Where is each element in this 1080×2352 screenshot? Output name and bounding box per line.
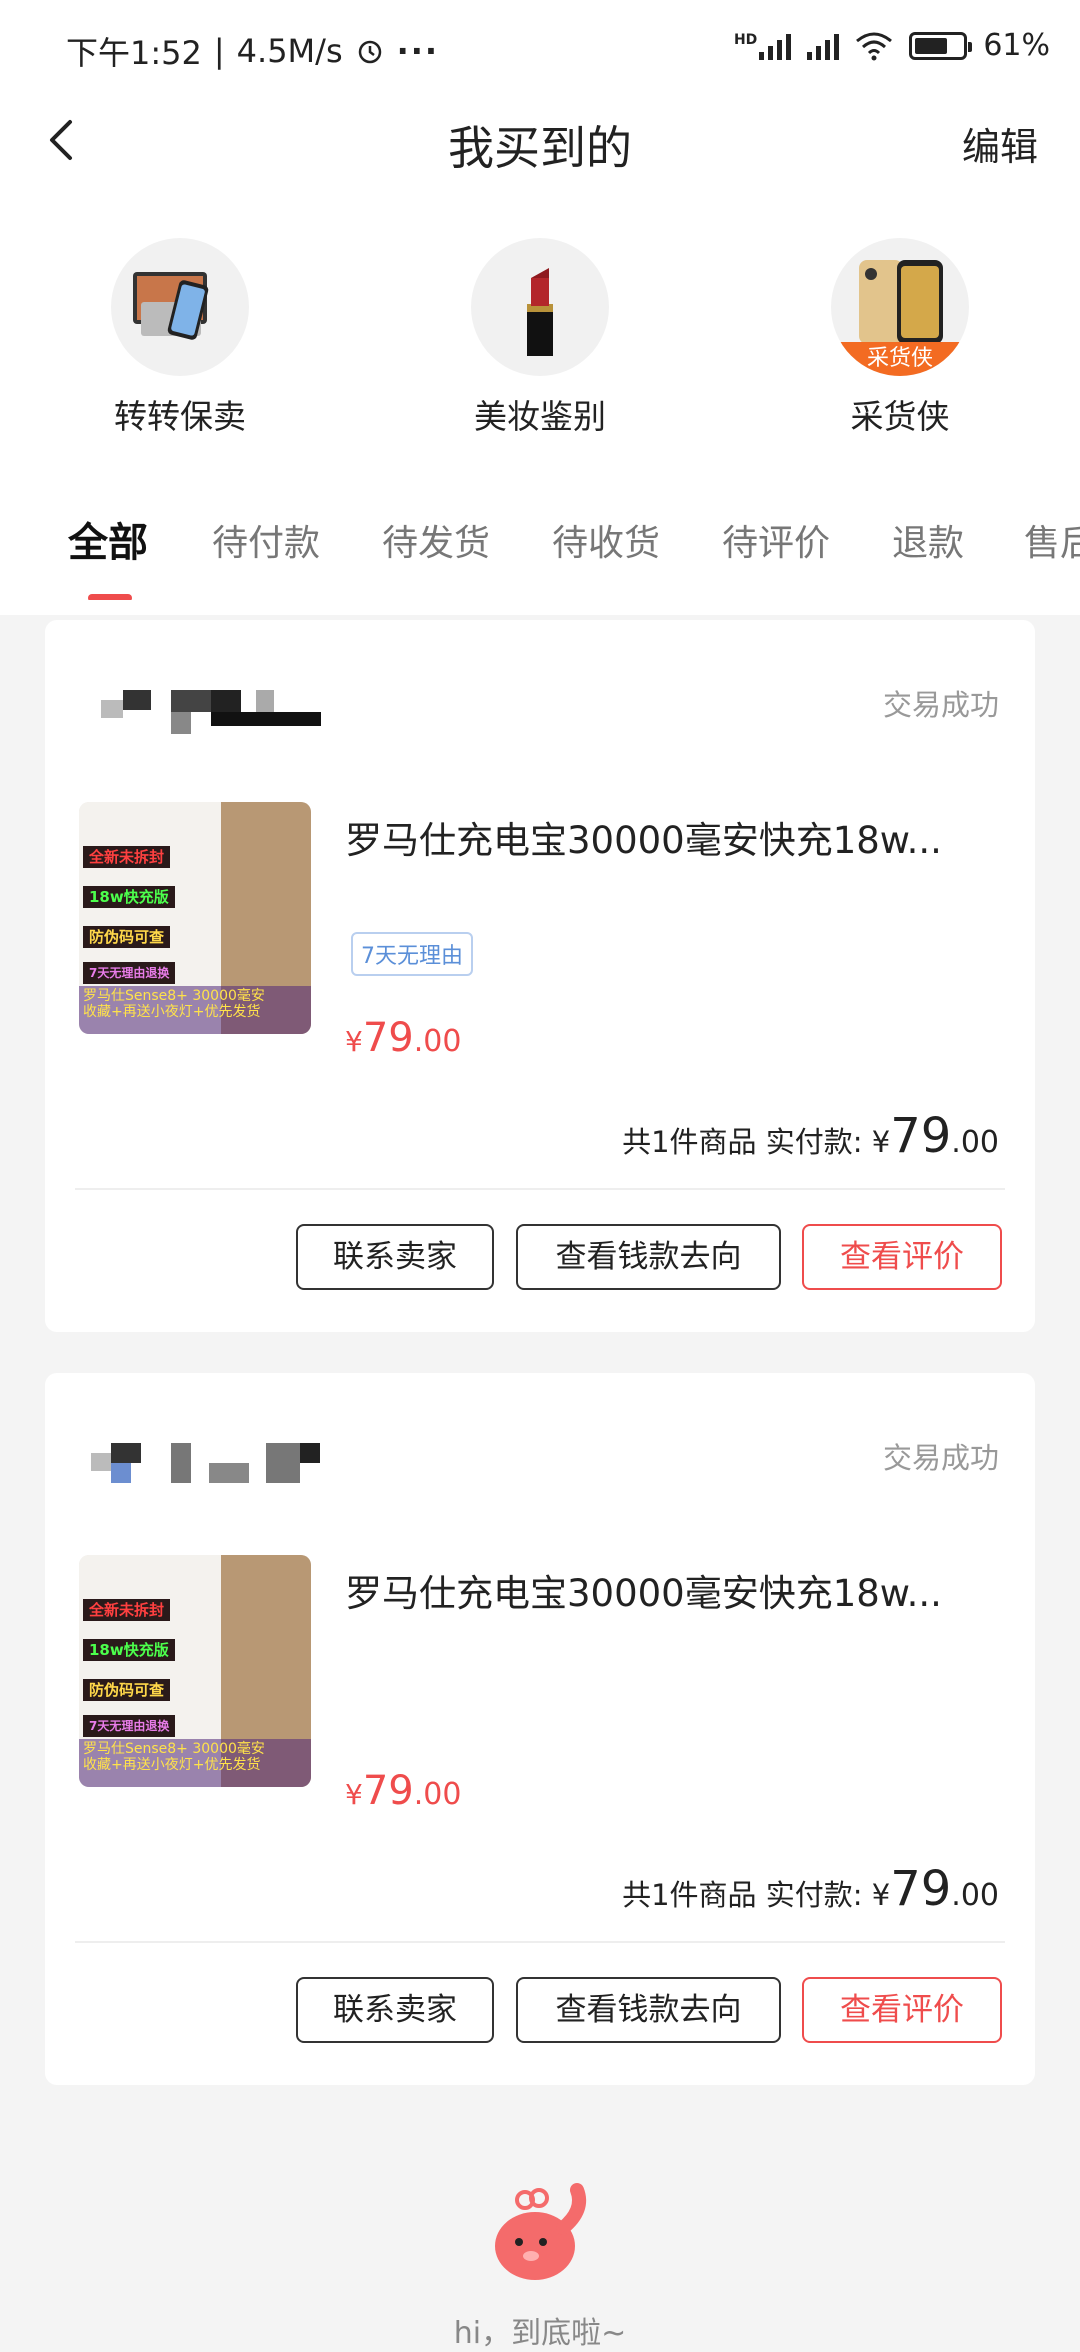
electronics-icon bbox=[111, 238, 249, 376]
seller-name-blurred bbox=[81, 1443, 381, 1487]
page-title: 我买到的 bbox=[448, 121, 632, 175]
view-review-button[interactable]: 查看评价 bbox=[802, 1224, 1002, 1290]
view-payment-flow-button[interactable]: 查看钱款去向 bbox=[516, 1224, 781, 1290]
order-total: 共1件商品 实付款: ¥79.00 bbox=[622, 1108, 999, 1164]
order-status: 交易成功 bbox=[882, 1441, 999, 1475]
hd-label: HD bbox=[733, 31, 758, 48]
caihuoxia-badge: 采货侠 bbox=[831, 342, 969, 376]
end-of-list: hi，到底啦~ bbox=[0, 2180, 1080, 2352]
thumb-tag: 18w快充版 bbox=[83, 1639, 175, 1661]
tab-refund[interactable]: 退款 bbox=[892, 514, 964, 566]
tab-pending-review[interactable]: 待评价 bbox=[722, 514, 830, 566]
thumb-tag: 18w快充版 bbox=[83, 886, 175, 908]
contact-seller-button[interactable]: 联系卖家 bbox=[296, 1224, 494, 1290]
divider bbox=[75, 1188, 1005, 1190]
view-review-button[interactable]: 查看评价 bbox=[802, 1977, 1002, 2043]
status-bar: 下午1:52 | 4.5M/s ··· HD 61% bbox=[66, 28, 1050, 72]
battery-icon bbox=[909, 31, 973, 60]
more-notifications-icon: ··· bbox=[396, 32, 440, 70]
thumb-caption: 罗马仕Sense8+ 30000毫安 收藏+再送小夜灯+优先发货 bbox=[79, 1739, 311, 1787]
phone-icon: 采货侠 bbox=[831, 238, 969, 376]
tab-after-sales[interactable]: 售后 bbox=[1024, 514, 1080, 566]
tab-pending-receipt[interactable]: 待收货 bbox=[552, 514, 660, 566]
order-tabs: 全部 待付款 待发货 待收货 待评价 退款 售后 bbox=[0, 510, 1080, 600]
thumb-tag: 7天无理由退换 bbox=[83, 1715, 176, 1737]
tab-pending-payment[interactable]: 待付款 bbox=[212, 514, 320, 566]
entry-zhuanzhuan-baomai[interactable]: 转转保卖 bbox=[80, 238, 280, 438]
view-payment-flow-button[interactable]: 查看钱款去向 bbox=[516, 1977, 781, 2043]
end-of-list-text: hi，到底啦~ bbox=[453, 2316, 627, 2351]
entry-label: 美妆鉴别 bbox=[474, 397, 606, 436]
entry-label: 转转保卖 bbox=[114, 397, 246, 436]
lipstick-icon bbox=[471, 238, 609, 376]
seller-name-blurred bbox=[81, 690, 381, 734]
signal-icon-2 bbox=[807, 32, 840, 60]
battery-percent: 61% bbox=[983, 28, 1050, 63]
thumb-tag: 防伪码可查 bbox=[83, 926, 171, 948]
product-thumbnail[interactable]: 全新未拆封 18w快充版 防伪码可查 7天无理由退换 罗马仕Sense8+ 30… bbox=[79, 802, 311, 1034]
network-speed: 4.5M/s bbox=[236, 32, 343, 70]
active-tab-indicator bbox=[88, 594, 132, 600]
tab-pending-shipment[interactable]: 待发货 bbox=[382, 514, 490, 566]
alarm-icon bbox=[358, 40, 381, 64]
thumb-tag: 防伪码可查 bbox=[83, 1679, 171, 1701]
tab-all[interactable]: 全部 bbox=[68, 510, 148, 568]
signal-icon bbox=[759, 32, 792, 60]
divider bbox=[75, 1941, 1005, 1943]
order-card[interactable]: 交易成功 全新未拆封 18w快充版 防伪码可查 7天无理由退换 罗马仕Sense… bbox=[45, 1373, 1035, 2085]
service-entries: 转转保卖 美妆鉴别 采货侠 采货侠 bbox=[0, 238, 1080, 438]
thumb-tag: 全新未拆封 bbox=[83, 1599, 171, 1621]
order-total: 共1件商品 实付款: ¥79.00 bbox=[622, 1861, 999, 1917]
top-section: 下午1:52 | 4.5M/s ··· HD 61% 我买到的 编辑 转转保卖 … bbox=[0, 0, 1080, 615]
product-name[interactable]: 罗马仕充电宝30000毫安快充18w... bbox=[345, 810, 1005, 864]
product-price: ¥79.00 bbox=[345, 1768, 462, 1814]
thumb-tag: 7天无理由退换 bbox=[83, 962, 176, 984]
order-status: 交易成功 bbox=[882, 688, 999, 722]
wifi-icon bbox=[856, 32, 893, 60]
contact-seller-button[interactable]: 联系卖家 bbox=[296, 1977, 494, 2043]
entry-label: 采货侠 bbox=[850, 397, 950, 436]
navigation-bar: 我买到的 编辑 bbox=[0, 90, 1080, 190]
order-card[interactable]: 交易成功 全新未拆封 18w快充版 防伪码可查 7天无理由退换 罗马仕Sense… bbox=[45, 620, 1035, 1332]
entry-meizhuang-jianbie[interactable]: 美妆鉴别 bbox=[440, 238, 640, 438]
edit-button[interactable]: 编辑 bbox=[962, 116, 1038, 171]
mascot-icon bbox=[495, 2183, 587, 2280]
product-name[interactable]: 罗马仕充电宝30000毫安快充18w... bbox=[345, 1563, 1005, 1617]
return-policy-tag: 7天无理由 bbox=[351, 932, 473, 976]
thumb-tag: 全新未拆封 bbox=[83, 846, 171, 868]
entry-caihuoxia[interactable]: 采货侠 采货侠 bbox=[800, 238, 1000, 438]
status-time: 下午1:52 bbox=[66, 34, 202, 72]
thumb-caption: 罗马仕Sense8+ 30000毫安 收藏+再送小夜灯+优先发货 bbox=[79, 986, 311, 1034]
product-thumbnail[interactable]: 全新未拆封 18w快充版 防伪码可查 7天无理由退换 罗马仕Sense8+ 30… bbox=[79, 1555, 311, 1787]
product-price: ¥79.00 bbox=[345, 1015, 462, 1061]
